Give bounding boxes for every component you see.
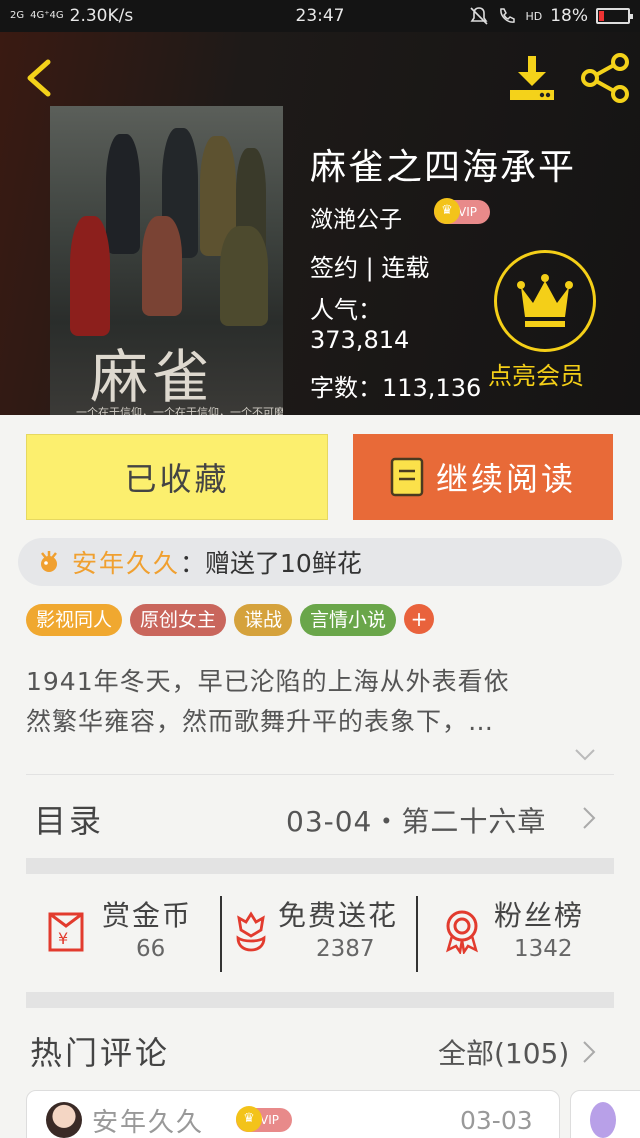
book-detail-screen: 2G 4G⁺4G 2.30K/s 23:47 HD 18% 麻雀 一个在于信仰，… <box>0 0 640 1138</box>
free-flowers-label: 免费送花 <box>278 899 399 932</box>
tag-romance[interactable]: 言情小说 <box>300 604 397 636</box>
comment-date: 03-03 <box>460 1106 533 1135</box>
fan-ranking-button[interactable]: 粉丝榜 1342 <box>442 894 612 970</box>
author-name[interactable]: 潋滟公子 <box>310 200 402 234</box>
gift-message: ：赠送了10鲜花 <box>180 549 362 578</box>
svg-text:¥: ¥ <box>58 929 68 948</box>
signal-icon: 2G <box>10 10 25 21</box>
reward-coins-button[interactable]: ¥ 赏金币 66 <box>44 894 220 970</box>
fan-ranking-value: 1342 <box>514 936 573 962</box>
status-bar: 2G 4G⁺4G 2.30K/s 23:47 HD 18% <box>0 0 640 32</box>
book-header: 麻雀 一个在于信仰，一个在于信仰，一个不可磨灭 麻雀之四海承平 潋滟公子 ♛ V… <box>0 32 640 415</box>
book-description[interactable]: 1941年冬天，早已沦陷的上海从外表看依 然繁华雍容，然而歌舞升平的表象下，… <box>26 662 614 742</box>
favorited-button[interactable]: 已收藏 <box>26 434 328 520</box>
member-label[interactable]: 点亮会员 <box>488 356 584 391</box>
avatar[interactable] <box>46 1102 82 1138</box>
vip-label: VIP <box>260 1113 279 1127</box>
chevron-right-icon[interactable] <box>582 1040 596 1064</box>
avatar[interactable] <box>590 1102 616 1138</box>
free-flowers-value: 2387 <box>316 936 375 962</box>
battery-icon <box>596 8 633 24</box>
red-envelope-icon: ¥ <box>48 912 84 952</box>
hd-label: HD <box>525 9 543 23</box>
word-count: 字数：113,136 <box>310 374 482 402</box>
crown-icon <box>517 274 573 327</box>
reward-coins-label: 赏金币 <box>102 899 193 932</box>
gift-notice[interactable]: 安年久久 ：赠送了10鲜花 <box>18 538 622 586</box>
tag-list: 影视同人 原创女主 谍战 言情小说 + <box>26 604 435 636</box>
divider <box>220 896 222 972</box>
hot-comments-label: 热门评论 <box>30 1034 171 1072</box>
latest-chapter[interactable]: 03-04・第二十六章 <box>286 800 546 840</box>
gift-user[interactable]: 安年久久 <box>72 544 180 580</box>
toc-label[interactable]: 目录 <box>34 796 104 842</box>
favorited-label: 已收藏 <box>124 460 230 498</box>
fan-ranking-label: 粉丝榜 <box>494 899 585 932</box>
signal-4g-icon: 4G⁺4G <box>30 10 64 21</box>
cover-subtitle: 一个在于信仰，一个在于信仰，一个不可磨灭 <box>76 406 283 415</box>
share-icon[interactable] <box>580 52 630 104</box>
back-arrow-icon[interactable] <box>20 56 60 100</box>
flower-icon <box>41 551 57 572</box>
section-divider <box>26 992 614 1008</box>
free-flowers-button[interactable]: 免费送花 2387 <box>232 894 416 970</box>
reward-coins-value: 66 <box>136 936 166 962</box>
comment-user[interactable]: 安年久久 <box>92 1102 204 1138</box>
tag-espionage[interactable]: 谍战 <box>234 604 293 636</box>
download-icon[interactable] <box>506 52 558 104</box>
divider <box>26 774 614 775</box>
tag-film-fanfic[interactable]: 影视同人 <box>26 604 123 636</box>
medal-icon <box>446 910 478 954</box>
crown-icon: ♛ <box>236 1106 262 1132</box>
net-speed: 2.30K/s <box>69 6 134 26</box>
description-line: 然繁华雍容，然而歌舞升平的表象下，… <box>26 707 495 736</box>
section-divider <box>26 858 614 874</box>
book-title: 麻雀之四海承平 <box>310 147 577 188</box>
popularity-label: 人气： <box>310 296 382 324</box>
book-status: 签约 | 连载 <box>310 254 430 282</box>
mute-bell-icon <box>470 7 489 25</box>
flower-icon <box>236 911 266 952</box>
all-comments-link[interactable]: 全部(105) <box>438 1032 569 1072</box>
description-line: 1941年冬天，早已沦陷的上海从外表看依 <box>26 667 510 696</box>
chevron-right-icon[interactable] <box>582 806 596 830</box>
vip-label: VIP <box>458 205 477 219</box>
add-tag-button[interactable]: + <box>404 604 435 634</box>
continue-reading-label: 继续阅读 <box>435 460 576 498</box>
cover-title: 麻雀 <box>90 343 215 411</box>
book-icon <box>390 457 424 497</box>
chevron-down-icon[interactable] <box>574 748 596 762</box>
book-cover[interactable]: 麻雀 一个在于信仰，一个在于信仰，一个不可磨灭 <box>50 106 283 415</box>
call-hd-icon <box>500 8 516 23</box>
divider <box>416 896 418 972</box>
continue-reading-button[interactable]: 继续阅读 <box>353 434 613 520</box>
vip-badge: ♛ VIP <box>434 198 490 224</box>
battery-percent: 18% <box>550 6 588 26</box>
tag-original-heroine[interactable]: 原创女主 <box>130 604 227 636</box>
crown-icon: ♛ <box>434 198 460 224</box>
member-button[interactable] <box>494 250 596 352</box>
vip-badge: ♛ VIP <box>236 1106 292 1132</box>
popularity-value: 373,814 <box>310 326 410 354</box>
